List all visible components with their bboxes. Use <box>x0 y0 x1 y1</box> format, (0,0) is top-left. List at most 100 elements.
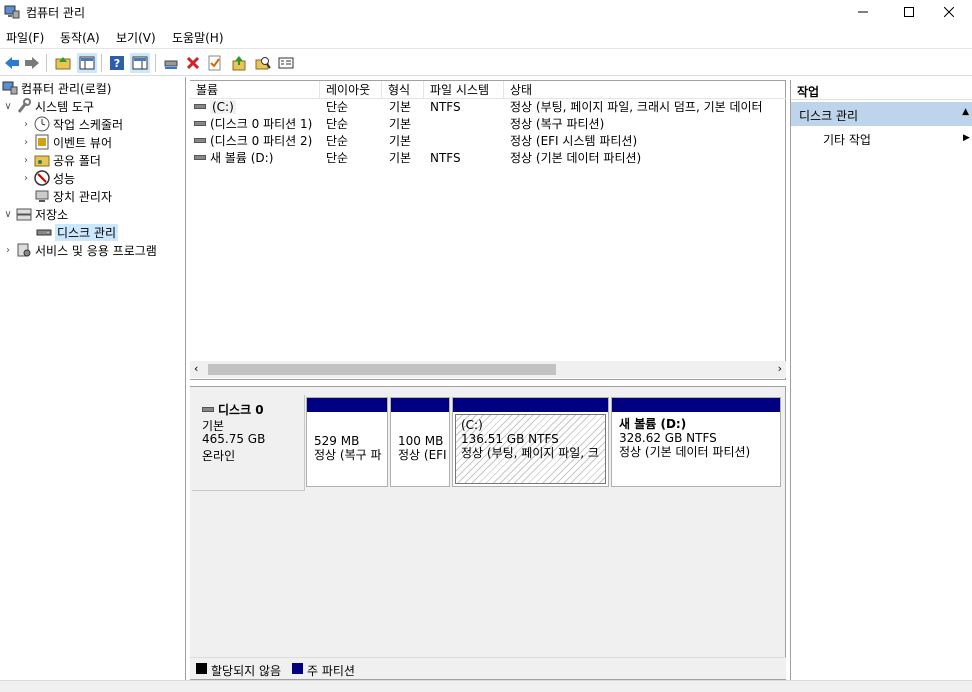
volume-name: 새 볼륨 (D:) <box>210 151 274 165</box>
disk-info-panel[interactable]: 디스크 0 기본 465.75 GB 온라인 <box>192 395 305 491</box>
collapse-up-icon[interactable]: ▲ <box>962 107 969 117</box>
scrollbar-thumb[interactable] <box>208 364 556 375</box>
tree-label: 컴퓨터 관리(로컬) <box>21 81 112 96</box>
window-title: 컴퓨터 관리 <box>26 6 86 20</box>
volume-list: 볼륨 레이아웃 형식 파일 시스템 상태 (C:) 단순 기본 NTFS 정상 … <box>190 80 786 380</box>
tree-label: 디스크 관리 <box>55 223 119 241</box>
menu-help[interactable]: 도움말(H) <box>172 29 224 46</box>
up-folder-icon[interactable] <box>53 53 73 73</box>
tree-label: 시스템 도구 <box>35 99 95 114</box>
connect-drive-icon[interactable] <box>161 53 181 73</box>
partition-status: 정상 (EFI <box>398 448 447 462</box>
primary-partition-bar <box>307 398 387 412</box>
tree-label: 장치 관리자 <box>53 189 113 204</box>
legend-unallocated-label: 할당되지 않음 <box>211 664 282 678</box>
minimize-button[interactable] <box>840 0 886 24</box>
layout-cell: 단순 <box>326 117 349 131</box>
partition-status: 정상 (복구 파 <box>314 448 382 462</box>
tree-item-disk-management[interactable]: 디스크 관리 <box>34 223 119 241</box>
computer-management-icon <box>2 80 18 96</box>
column-header-layout[interactable]: 레이아웃 <box>320 81 382 99</box>
partition-label: (C:) <box>461 418 483 432</box>
toolbar-separator <box>101 54 102 72</box>
menu-action[interactable]: 동작(A) <box>60 29 100 46</box>
actions-section-disk-management[interactable]: 디스크 관리 ▲ <box>791 102 972 126</box>
tree-label: 이벤트 뷰어 <box>53 135 113 150</box>
toolbar-separator <box>155 54 156 72</box>
partition-size: 136.51 GB NTFS <box>461 432 559 446</box>
column-header-volume[interactable]: 볼륨 <box>190 81 320 99</box>
submenu-arrow-icon[interactable]: ▶ <box>963 133 970 143</box>
primary-partition-bar <box>453 398 608 412</box>
table-row[interactable]: (디스크 0 파티션 1) 단순 기본 정상 (복구 파티션) <box>190 116 786 133</box>
expand-chevron-icon[interactable]: › <box>20 137 32 148</box>
table-row[interactable]: (디스크 0 파티션 2) 단순 기본 정상 (EFI 시스템 파티션) <box>190 133 786 150</box>
scroll-left-icon[interactable]: ‹ <box>194 362 198 375</box>
tree-item-performance[interactable]: › 성능 <box>20 169 75 187</box>
collapse-chevron-icon[interactable]: ∨ <box>2 209 14 220</box>
forward-arrow-icon[interactable] <box>22 53 42 73</box>
tree-item-shared-folders[interactable]: › 공유 폴더 <box>20 151 101 169</box>
menu-view[interactable]: 보기(V) <box>116 29 156 46</box>
tree-item-device-manager[interactable]: 장치 관리자 <box>32 187 112 205</box>
close-button[interactable] <box>926 0 972 24</box>
partition-efi[interactable]: 100 MB 정상 (EFI <box>390 397 450 487</box>
toolbar: ? <box>0 48 972 76</box>
tree-item-storage[interactable]: ∨ 저장소 <box>2 205 68 223</box>
horizontal-scrollbar[interactable]: ‹ › <box>190 361 786 378</box>
status-cell: 정상 (EFI 시스템 파티션) <box>510 134 638 148</box>
properties-icon[interactable] <box>276 53 296 73</box>
expand-chevron-icon[interactable]: › <box>20 119 32 130</box>
expand-chevron-icon[interactable]: › <box>2 245 14 256</box>
legend-primary-label: 주 파티션 <box>307 664 355 678</box>
tree-label: 작업 스케줄러 <box>53 117 124 132</box>
toolbar-separator <box>46 54 47 72</box>
disk-name: 디스크 0 <box>218 403 264 417</box>
menu-file[interactable]: 파일(F) <box>6 29 44 46</box>
partition-recovery[interactable]: 529 MB 정상 (복구 파 <box>306 397 388 487</box>
legend: 할당되지 않음 주 파티션 <box>190 657 786 679</box>
tree-label: 성능 <box>53 171 76 186</box>
clock-icon <box>34 116 50 132</box>
status-bar <box>0 680 972 692</box>
table-row[interactable]: 새 볼륨 (D:) 단순 기본 NTFS 정상 (기본 데이터 파티션) <box>190 150 786 167</box>
more-actions-item[interactable]: 기타 작업 <box>823 131 871 148</box>
column-header-status[interactable]: 상태 <box>504 81 786 99</box>
tree-item-task-scheduler[interactable]: › 작업 스케줄러 <box>20 115 123 133</box>
tree-item-system-tools[interactable]: ∨ 시스템 도구 <box>2 97 94 115</box>
export-icon[interactable] <box>229 53 249 73</box>
services-icon <box>16 242 32 258</box>
help-icon[interactable]: ? <box>107 53 127 73</box>
disk-icon <box>36 224 52 240</box>
tree-root-computer-management[interactable]: 컴퓨터 관리(로컬) <box>0 79 111 97</box>
volume-list-header: 볼륨 레이아웃 형식 파일 시스템 상태 <box>190 81 786 99</box>
partition-c[interactable]: (C:) 136.51 GB NTFS 정상 (부팅, 페이지 파일, 크 <box>452 397 609 487</box>
tree-label: 저장소 <box>35 207 69 222</box>
column-header-type[interactable]: 형식 <box>382 81 424 99</box>
expand-chevron-icon[interactable]: › <box>20 155 32 166</box>
actions-pane: 작업 디스크 관리 ▲ 기타 작업 ▶ <box>790 80 972 680</box>
status-cell: 정상 (복구 파티션) <box>510 117 605 131</box>
search-folder-icon[interactable] <box>253 53 273 73</box>
partition-size: 328.62 GB NTFS <box>619 431 717 445</box>
svg-text:?: ? <box>114 57 120 70</box>
tree-item-event-viewer[interactable]: › 이벤트 뷰어 <box>20 133 112 151</box>
unallocated-swatch <box>196 663 207 674</box>
check-disk-icon[interactable] <box>205 53 225 73</box>
back-arrow-icon[interactable] <box>2 53 22 73</box>
layout-cell: 단순 <box>326 100 349 114</box>
collapse-chevron-icon[interactable]: ∨ <box>2 101 14 112</box>
partition-d[interactable]: 새 볼륨 (D:) 328.62 GB NTFS 정상 (기본 데이터 파티션) <box>611 397 781 487</box>
type-cell: 기본 <box>389 117 412 131</box>
show-action-pane-icon[interactable] <box>130 53 150 73</box>
disk-size: 465.75 GB <box>202 432 266 446</box>
expand-chevron-icon[interactable]: › <box>20 173 32 184</box>
delete-icon[interactable] <box>183 53 203 73</box>
tree-label: 서비스 및 응용 프로그램 <box>35 243 157 258</box>
scroll-right-icon[interactable]: › <box>778 362 782 375</box>
tree-item-services-applications[interactable]: › 서비스 및 응용 프로그램 <box>2 241 157 259</box>
more-actions-label: 기타 작업 <box>823 133 871 147</box>
column-header-filesystem[interactable]: 파일 시스템 <box>424 81 504 99</box>
table-row[interactable]: (C:) 단순 기본 NTFS 정상 (부팅, 페이지 파일, 크래시 덤프, … <box>190 99 786 116</box>
show-hide-tree-icon[interactable] <box>77 53 97 73</box>
